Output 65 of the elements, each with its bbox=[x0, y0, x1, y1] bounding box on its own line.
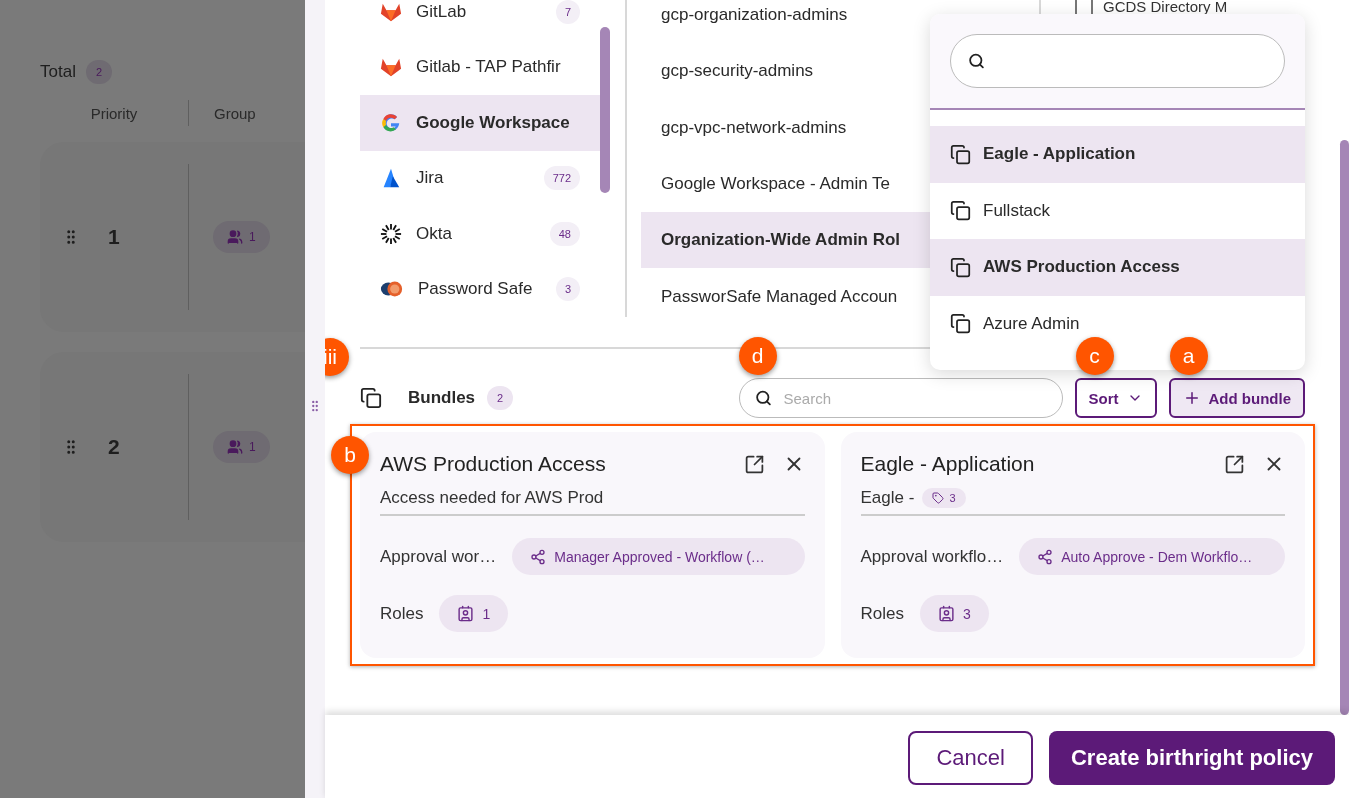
workflow-chip[interactable]: Auto Approve - Dem Workflo… bbox=[1019, 538, 1285, 575]
app-item[interactable]: Password Safe 3 bbox=[360, 261, 600, 317]
dropdown-item[interactable]: AWS Production Access bbox=[930, 239, 1305, 296]
id-badge-icon bbox=[937, 605, 955, 622]
open-external-icon[interactable] bbox=[1224, 453, 1245, 475]
id-badge-icon bbox=[457, 605, 475, 622]
sort-button[interactable]: Sort bbox=[1074, 378, 1157, 418]
nodes-icon bbox=[1037, 548, 1054, 565]
people-icon bbox=[227, 229, 243, 245]
google-icon bbox=[380, 111, 402, 134]
total-count: 2 bbox=[85, 60, 113, 84]
app-item[interactable]: Gitlab - TAP Pathfir bbox=[360, 39, 600, 95]
priority-number: 2 bbox=[108, 435, 120, 459]
annotation-marker: d bbox=[738, 337, 777, 375]
annotation-marker: iii bbox=[325, 338, 349, 376]
bundle-icon bbox=[950, 143, 971, 165]
search-field[interactable] bbox=[950, 34, 1285, 88]
app-count: 3 bbox=[555, 277, 580, 302]
app-count: 772 bbox=[543, 166, 580, 191]
column-header: Priority bbox=[89, 104, 139, 122]
search-icon bbox=[968, 52, 985, 70]
total-label: Total bbox=[40, 62, 76, 82]
people-icon bbox=[227, 439, 243, 455]
search-icon bbox=[754, 389, 772, 407]
field-label: Roles bbox=[380, 603, 424, 624]
open-external-icon[interactable] bbox=[743, 453, 765, 475]
column-header: Group bbox=[213, 104, 257, 122]
bundle-title: Eagle - Application bbox=[860, 452, 1036, 476]
description-field[interactable]: Access needed for AWS Prod bbox=[380, 480, 805, 516]
roles-chip[interactable]: 3 bbox=[919, 595, 989, 632]
scrollbar-thumb[interactable] bbox=[600, 27, 610, 193]
tag-chip[interactable]: 3 bbox=[922, 488, 966, 508]
bundle-icon bbox=[950, 200, 971, 222]
bundle-title: AWS Production Access bbox=[380, 452, 607, 476]
sunburst-icon bbox=[380, 222, 402, 245]
create-button[interactable]: Create birthright policy bbox=[1048, 731, 1335, 785]
search-field[interactable]: Search bbox=[738, 378, 1063, 418]
field-label: Roles bbox=[860, 603, 904, 624]
workflow-chip[interactable]: Manager Approved - Workflow (… bbox=[512, 538, 805, 575]
section-title: Bundles bbox=[408, 388, 476, 408]
app-count: 7 bbox=[555, 0, 580, 24]
app-item[interactable]: GitLab 7 bbox=[360, 0, 600, 40]
cancel-button[interactable]: Cancel bbox=[908, 731, 1033, 785]
roles-chip[interactable]: 1 bbox=[439, 595, 509, 632]
tag-icon bbox=[932, 492, 945, 504]
app-item[interactable]: Jira 772 bbox=[360, 150, 600, 206]
app-count: 48 bbox=[549, 221, 580, 246]
nodes-icon bbox=[530, 548, 547, 565]
dropdown-item[interactable]: Azure Admin bbox=[930, 295, 1305, 352]
description-field[interactable]: Eagle - 3 bbox=[860, 480, 1285, 516]
bundle-icon bbox=[950, 256, 971, 278]
bundle-count: 2 bbox=[487, 386, 514, 410]
bundle-icon bbox=[950, 313, 971, 335]
app-item[interactable]: Google Workspace bbox=[360, 95, 600, 151]
bundle-icon bbox=[360, 387, 382, 409]
priority-number: 1 bbox=[108, 225, 120, 249]
app-item[interactable]: Okta 48 bbox=[360, 206, 600, 262]
field-label: Approval workflo… bbox=[860, 546, 1004, 567]
checkbox-label: GCDS Directory M bbox=[1103, 0, 1228, 14]
scrollbar-thumb[interactable] bbox=[1340, 140, 1349, 715]
dropdown-item[interactable]: Eagle - Application bbox=[930, 126, 1305, 183]
field-label: Approval wor… bbox=[380, 546, 497, 567]
annotation-marker: b bbox=[331, 436, 369, 474]
add-bundle-button[interactable]: Add bundle bbox=[1168, 378, 1305, 418]
dropdown-item[interactable]: Fullstack bbox=[930, 182, 1305, 239]
